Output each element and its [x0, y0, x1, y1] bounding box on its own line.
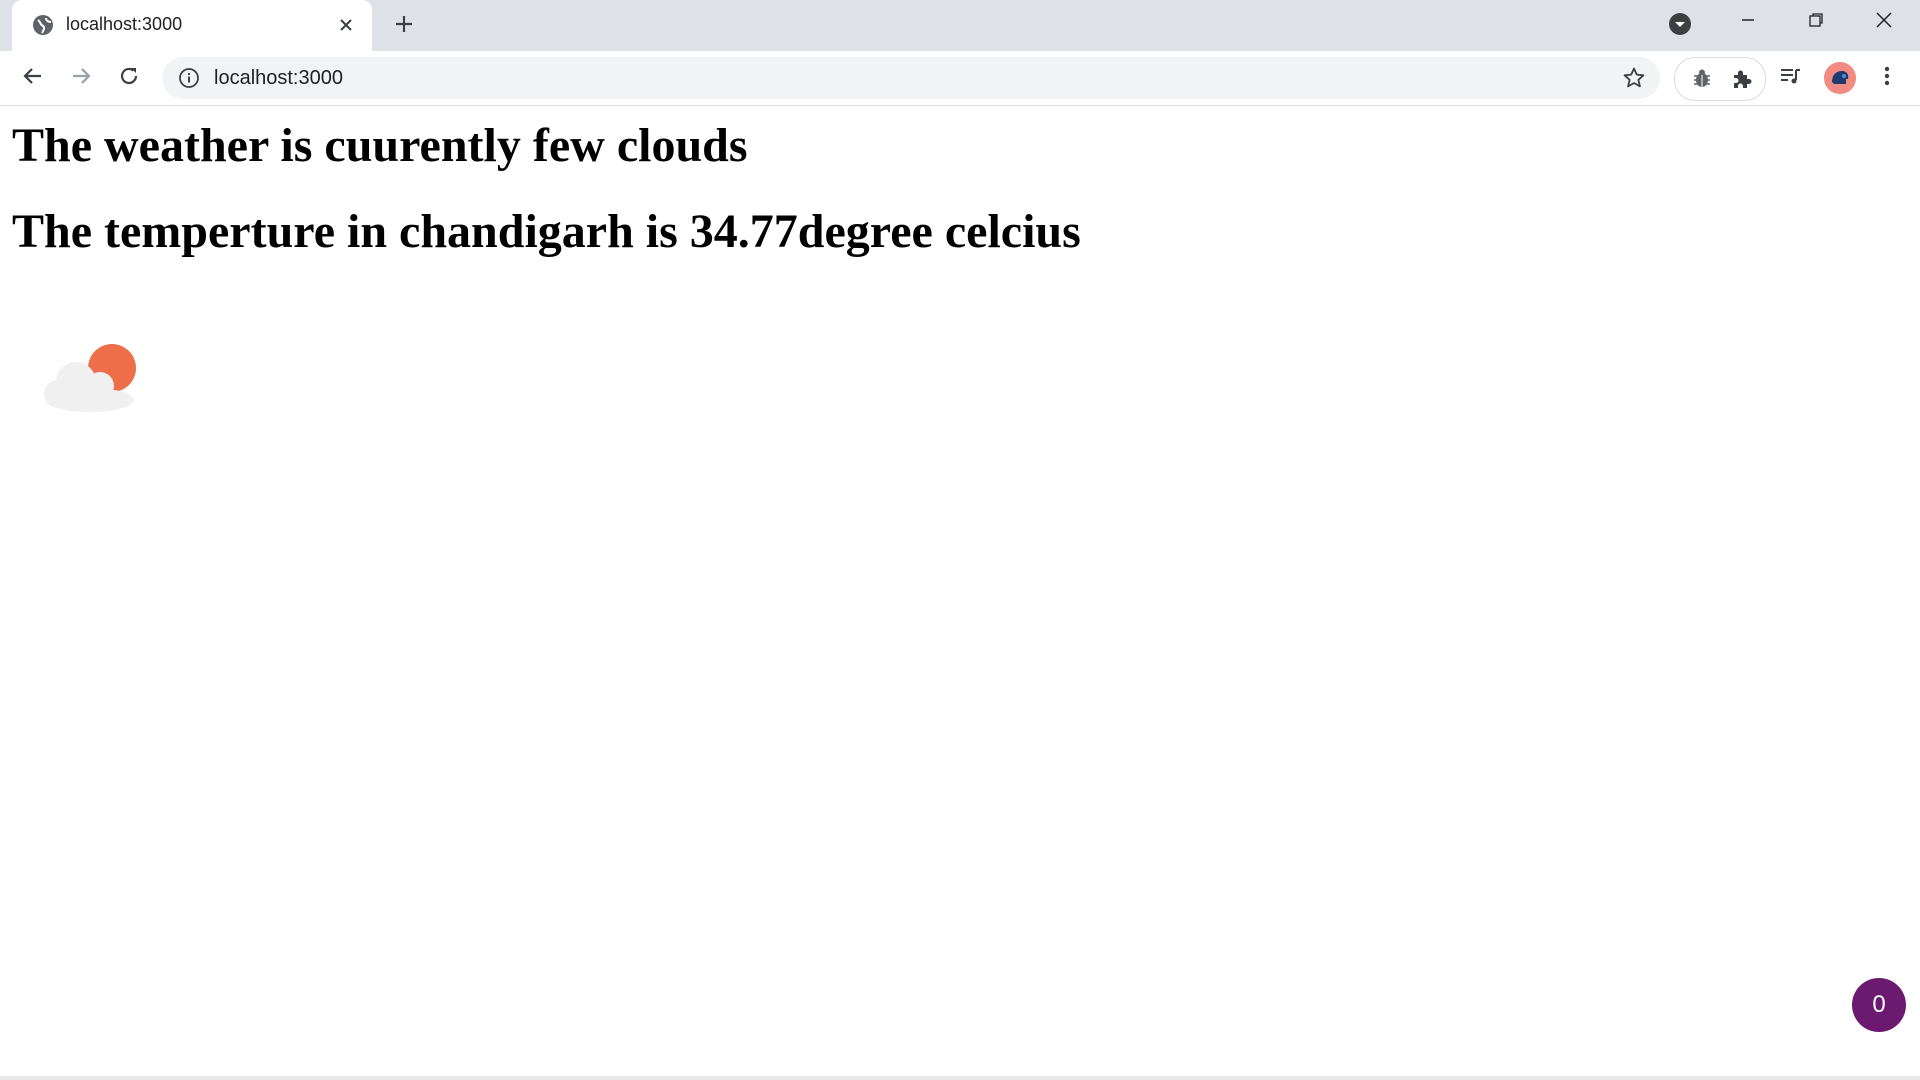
bottom-edge [0, 1076, 1920, 1080]
reload-icon [118, 65, 140, 92]
back-button[interactable] [16, 61, 50, 95]
puzzle-icon[interactable] [1729, 66, 1755, 92]
tab-strip: localhost:3000 [0, 0, 1920, 51]
tab-search-button[interactable] [1666, 12, 1694, 40]
close-window-icon [1875, 11, 1893, 34]
star-icon[interactable] [1622, 66, 1646, 90]
restore-button[interactable] [1782, 0, 1850, 44]
info-icon[interactable] [178, 67, 200, 89]
close-icon[interactable] [334, 13, 358, 37]
minimize-icon [1740, 12, 1756, 33]
chevron-down-circle-icon [1668, 12, 1692, 41]
temperature-heading: The temperture in chandigarh is 34.77deg… [12, 205, 1081, 258]
menu-button[interactable] [1870, 61, 1904, 95]
forward-button[interactable] [64, 61, 98, 95]
globe-icon [32, 14, 54, 36]
minimize-button[interactable] [1714, 0, 1782, 44]
new-tab-button[interactable] [390, 12, 418, 40]
playlist-icon [1778, 64, 1802, 93]
bug-icon[interactable] [1689, 66, 1715, 92]
arrow-left-icon [22, 65, 44, 92]
tab-localhost[interactable]: localhost:3000 [12, 0, 372, 51]
url-text: localhost:3000 [214, 67, 343, 89]
tab-title: localhost:3000 [66, 14, 183, 34]
browser-toolbar: localhost:3000 [0, 51, 1920, 106]
kebab-icon [1883, 64, 1891, 93]
weather-heading: The weather is cuurently few clouds [12, 119, 748, 172]
restore-icon [1808, 12, 1824, 33]
avatar[interactable] [1824, 62, 1856, 94]
page-content: The weather is cuurently few clouds The … [0, 106, 1920, 1080]
media-control-button[interactable] [1773, 61, 1807, 95]
arrow-right-icon [70, 65, 92, 92]
few-clouds-icon [36, 330, 140, 414]
plus-icon [394, 14, 414, 39]
notification-badge[interactable]: 0 [1852, 978, 1906, 1032]
address-bar[interactable]: localhost:3000 [162, 57, 1660, 99]
extensions-group [1674, 57, 1766, 101]
close-window-button[interactable] [1850, 0, 1918, 44]
reload-button[interactable] [112, 61, 146, 95]
